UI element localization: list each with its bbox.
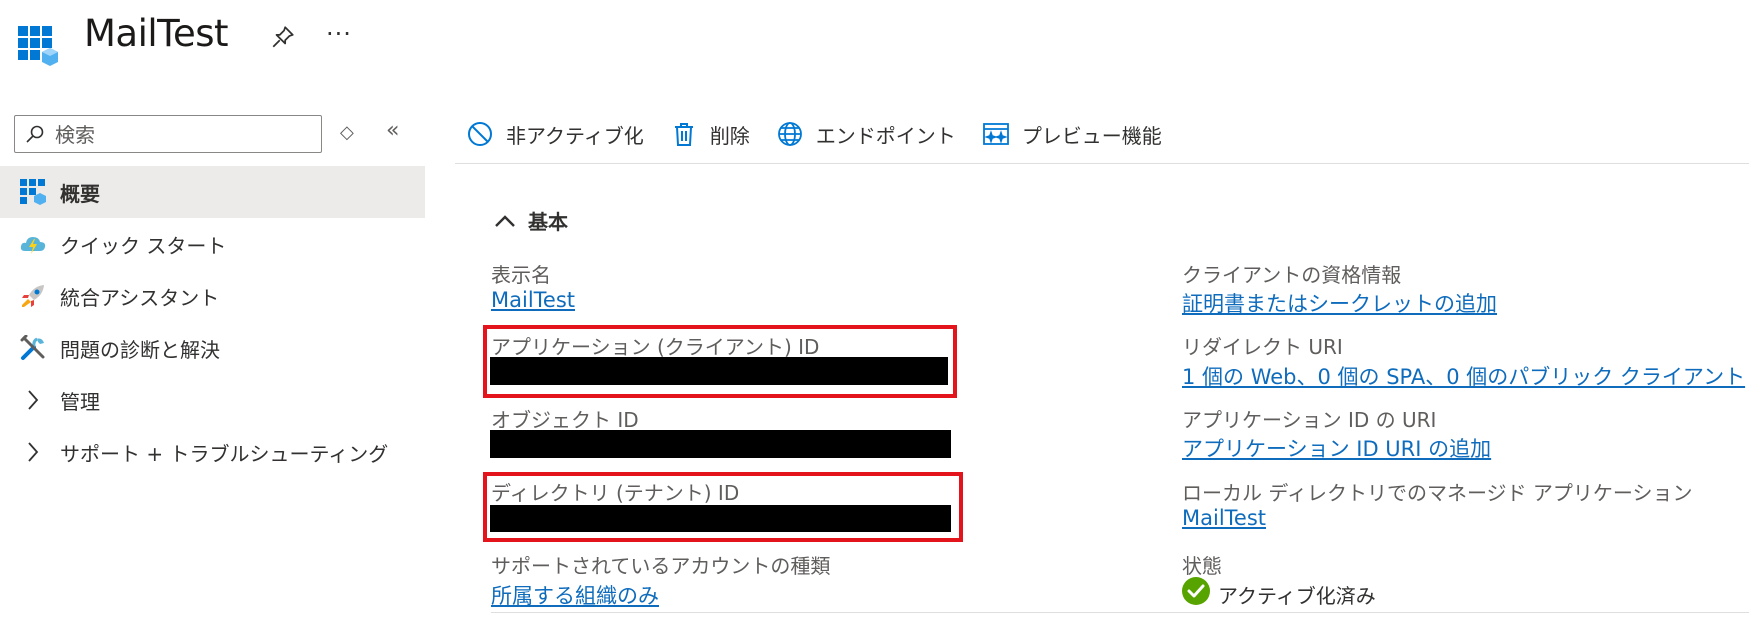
more-icon[interactable]: ··· xyxy=(326,20,352,48)
endpoints-button[interactable]: エンドポイント xyxy=(776,120,956,149)
sidebar-item-label: 統合アシスタント xyxy=(60,285,220,310)
app-id-redacted xyxy=(490,357,948,385)
toolbar-divider xyxy=(455,163,1749,164)
chevron-right-icon xyxy=(28,442,39,462)
collapse-sidebar-icon[interactable]: « xyxy=(386,118,399,143)
sidebar-item-diagnose-solve[interactable]: 問題の診断と解決 xyxy=(0,322,425,374)
sidebar-item-support-troubleshooting[interactable]: サポート + トラブルシューティング xyxy=(0,426,425,478)
app-id-label: アプリケーション (クライアント) ID xyxy=(491,335,820,359)
status-label: 状態 xyxy=(1182,554,1222,578)
redirect-uri-label: リダイレクト URI xyxy=(1182,335,1343,359)
chevron-right-icon xyxy=(28,390,39,410)
overview-grid-icon xyxy=(20,179,46,205)
pin-icon[interactable] xyxy=(270,24,296,50)
account-types-link[interactable]: 所属する組織のみ xyxy=(491,580,659,610)
sidebar-nav: 概要 クイック スタート 統合アシスタント 問題の診断と解決 管理 サポート +… xyxy=(0,166,425,478)
sidebar-item-label: クイック スタート xyxy=(60,233,227,258)
essentials-heading: 基本 xyxy=(528,210,568,234)
delete-label: 削除 xyxy=(709,123,750,148)
app-id-uri-label: アプリケーション ID の URI xyxy=(1182,408,1437,432)
preview-features-button[interactable]: プレビュー機能 xyxy=(982,120,1162,149)
credentials-label: クライアントの資格情報 xyxy=(1182,263,1402,287)
rocket-icon xyxy=(22,285,44,307)
managed-app-label: ローカル ディレクトリでのマネージド アプリケーション xyxy=(1182,481,1693,505)
search-icon xyxy=(26,125,44,143)
essentials-divider xyxy=(491,612,1749,613)
display-name-link[interactable]: MailTest xyxy=(491,288,575,312)
sidebar-item-label: 概要 xyxy=(60,181,100,206)
sidebar-item-manage[interactable]: 管理 xyxy=(0,374,425,426)
cloud-lightning-icon xyxy=(20,237,46,254)
tenant-id-redacted xyxy=(490,505,951,532)
app-registration-icon xyxy=(18,26,58,66)
deactivate-label: 非アクティブ化 xyxy=(506,123,644,148)
deactivate-button[interactable]: 非アクティブ化 xyxy=(466,120,644,149)
account-types-label: サポートされているアカウントの種類 xyxy=(491,554,831,578)
search-input[interactable] xyxy=(53,120,317,150)
sidebar-item-label: 問題の診断と解決 xyxy=(60,337,220,362)
app-id-uri-link[interactable]: アプリケーション ID URI の追加 xyxy=(1182,433,1491,463)
deactivate-icon xyxy=(468,122,492,146)
object-id-label: オブジェクト ID xyxy=(491,408,639,432)
sidebar-item-overview[interactable]: 概要 xyxy=(0,166,425,218)
object-id-redacted xyxy=(490,430,951,458)
status-value: アクティブ化済み xyxy=(1218,584,1376,608)
managed-app-link[interactable]: MailTest xyxy=(1182,506,1266,530)
display-name-label: 表示名 xyxy=(491,263,551,287)
preview-features-icon xyxy=(982,123,1009,145)
search-box[interactable] xyxy=(14,115,322,153)
wrench-icon xyxy=(20,335,45,360)
preview-features-label: プレビュー機能 xyxy=(1021,123,1162,148)
credentials-link[interactable]: 証明書またはシークレットの追加 xyxy=(1182,288,1497,318)
delete-button[interactable]: 削除 xyxy=(670,120,750,149)
sidebar-item-integration-assistant[interactable]: 統合アシスタント xyxy=(0,270,425,322)
chevron-up-icon xyxy=(495,214,515,227)
page-title: MailTest xyxy=(84,12,229,55)
sidebar-item-label: サポート + トラブルシューティング xyxy=(60,441,389,466)
trash-icon xyxy=(674,123,693,146)
tenant-id-label: ディレクトリ (テナント) ID xyxy=(491,481,740,505)
sidebar-item-label: 管理 xyxy=(60,389,100,414)
check-circle-icon xyxy=(1182,577,1210,605)
sidebar-item-quickstart[interactable]: クイック スタート xyxy=(0,218,425,270)
essentials-toggle[interactable]: 基本 xyxy=(494,206,568,235)
redirect-uri-link[interactable]: 1 個の Web、0 個の SPA、0 個のパブリック クライアント xyxy=(1182,361,1745,391)
endpoints-label: エンドポイント xyxy=(815,123,956,148)
expand-collapse-all-icon[interactable]: ◇ xyxy=(340,122,354,143)
command-bar: 非アクティブ化 削除 エンドポイント プレビュー機能 xyxy=(466,116,1188,152)
globe-icon xyxy=(777,122,802,146)
